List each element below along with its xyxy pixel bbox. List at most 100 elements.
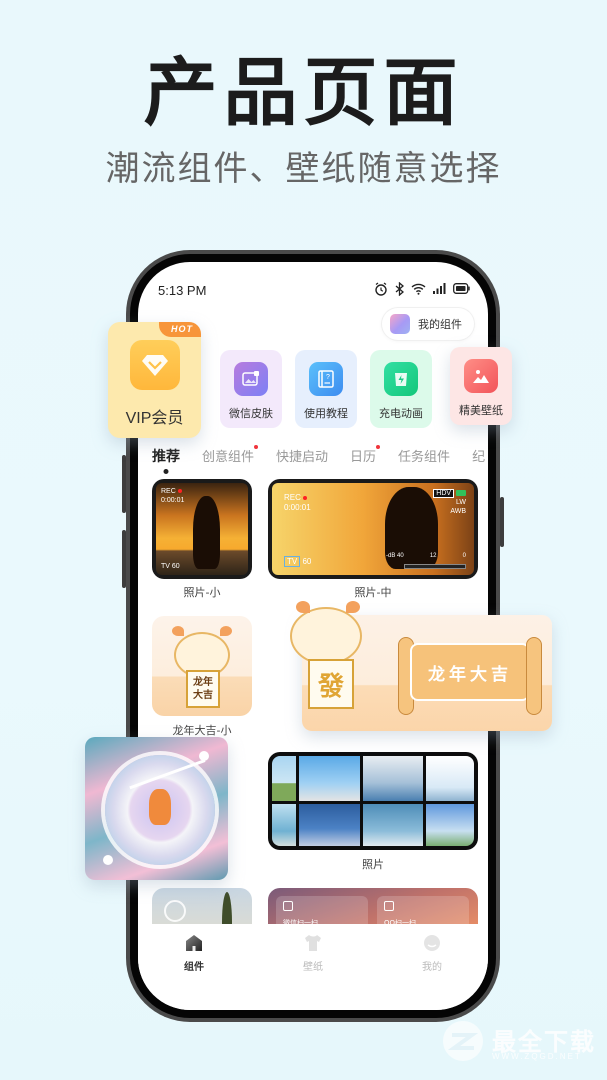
profile-icon (424, 935, 440, 951)
quick-action-label: 微信皮肤 (229, 407, 273, 420)
widget-dragon-small[interactable]: 龙年大吉 (152, 616, 252, 716)
collage-photo (362, 804, 424, 846)
tab-label: 创意组件 (202, 450, 255, 465)
widget-caption: 照片-小 (183, 586, 221, 599)
audio-meter-bar (404, 564, 466, 569)
nav-label: 壁纸 (303, 962, 323, 973)
scan-icon (384, 901, 394, 911)
rec-indicator: REC 0:00:01 (161, 487, 184, 505)
battery-green-icon (456, 490, 466, 497)
tab-more[interactable]: 纪 (472, 446, 485, 466)
scroll-banner: 龙年大吉 (410, 643, 530, 701)
tonearm-pivot (199, 751, 209, 761)
zqgd-logo-icon (443, 1021, 483, 1061)
tab-label: 快捷启动 (276, 450, 329, 465)
meter-0: 0 (462, 553, 466, 560)
photo-sunset-image: REC 0:00:01 HDV LW AWB TV 60 -dB 40 12 0 (272, 483, 474, 575)
rec-dot (177, 489, 182, 494)
category-tabs: 推荐 创意组件 快捷启动 日历 任务组件 纪 (152, 445, 485, 466)
collage-grid (272, 756, 474, 846)
home-icon (186, 935, 202, 951)
alarm-clock-icon (164, 900, 186, 922)
hot-badge: HOT (159, 322, 201, 337)
collage-photo (362, 756, 424, 801)
awb-label: AWB (450, 508, 466, 516)
dragon-horn-icon (220, 626, 232, 636)
audio-meter-labels: -dB 40 12 0 (386, 553, 466, 561)
battery-icon (453, 283, 470, 297)
collage-photo (426, 804, 474, 846)
rec-label: REC (284, 493, 301, 502)
widget-photo-small[interactable]: REC 0:00:01 TV 60 (152, 479, 252, 579)
dragon-sign: 龙年大吉 (186, 670, 220, 708)
nav-label: 我的 (422, 962, 442, 973)
widget-dragon-banner[interactable]: 發 龙年大吉 (290, 601, 552, 731)
svg-text:?: ? (326, 374, 330, 381)
fps-label: 60 (171, 562, 180, 570)
collage-photo (272, 756, 297, 801)
charge-icon (384, 362, 418, 396)
book-icon: ? (309, 362, 343, 396)
collage-photo (272, 804, 297, 846)
astronaut-image (149, 789, 171, 825)
tab-calendar[interactable]: 日历 (350, 445, 381, 466)
bluetooth-icon (395, 281, 404, 299)
fps-label: 60 (302, 556, 312, 566)
my-widgets-button[interactable]: 我的组件 (382, 308, 474, 340)
photo-sunset-image: REC 0:00:01 TV 60 (156, 483, 248, 575)
shirt-icon (305, 935, 321, 951)
tab-label: 推荐 (152, 449, 180, 465)
scroll-rod-right (526, 637, 542, 715)
picture-icon (464, 359, 498, 393)
diamond-icon (129, 340, 180, 390)
tab-label: 纪 (472, 450, 486, 465)
nav-label: 组件 (184, 962, 204, 973)
scroll-text: 龙年大吉 (428, 664, 512, 685)
my-widgets-label: 我的组件 (418, 318, 462, 331)
status-time: 5:13 PM (158, 282, 207, 298)
quick-action-vip[interactable]: HOT VIP会员 (108, 322, 201, 438)
quick-action-wallpapers[interactable]: 精美壁纸 (450, 347, 512, 425)
my-widgets-icon (390, 314, 410, 334)
promo-subline: 潮流组件、壁纸随意选择 (105, 149, 502, 189)
silhouette (192, 495, 221, 570)
dragon-horn-icon (172, 626, 184, 636)
fps-readout: TV 60 (284, 555, 312, 567)
dragon-horn-icon (346, 601, 360, 613)
promo-headline: 产品页面 (143, 50, 464, 136)
camera-info: HDV LW AWB (433, 489, 466, 516)
dragon-illustration (290, 607, 362, 665)
watermark-url: WWW.ZQGD.NET (492, 1052, 582, 1061)
watermark: 最全下载 WWW.ZQGD.NET (440, 1018, 600, 1066)
quick-action-tutorial[interactable]: ? 使用教程 (295, 350, 357, 428)
quick-action-label: 使用教程 (304, 407, 348, 420)
quick-actions-row: 微信皮肤 ? 使用教程 充电动画 (220, 350, 432, 428)
widget-caption: 照片 (362, 858, 384, 871)
widget-photo-collage[interactable] (268, 752, 478, 850)
fa-sign: 發 (308, 659, 354, 709)
new-dot (376, 445, 381, 449)
quick-action-charge-animation[interactable]: 充电动画 (370, 350, 432, 428)
collage-photo (299, 756, 360, 801)
tab-creative-widgets[interactable]: 创意组件 (202, 445, 259, 466)
bottom-navigation: 组件 壁纸 我的 (138, 924, 488, 1010)
quick-action-label: 充电动画 (379, 407, 423, 420)
phone-power-button (500, 497, 504, 547)
lw-label: LW (456, 499, 466, 507)
signal-icon (433, 283, 446, 297)
quick-action-wechat-skin[interactable]: 微信皮肤 (220, 350, 282, 428)
quick-action-label: 精美壁纸 (459, 404, 503, 417)
tab-recommended[interactable]: 推荐 (152, 446, 180, 466)
rec-indicator: REC 0:00:01 (284, 493, 311, 514)
rec-dot (302, 495, 307, 500)
widget-music-record[interactable] (85, 737, 228, 880)
nav-widgets[interactable]: 组件 (174, 934, 214, 1010)
timecode: 0:00:01 (161, 497, 185, 505)
tab-quick-launch[interactable]: 快捷启动 (276, 446, 328, 466)
tab-task-widgets[interactable]: 任务组件 (398, 446, 450, 466)
widget-photo-medium[interactable]: REC 0:00:01 HDV LW AWB TV 60 -dB 40 12 0 (268, 479, 478, 579)
alarm-icon (374, 282, 388, 299)
fps-readout: TV 60 (161, 562, 180, 571)
nav-profile[interactable]: 我的 (412, 934, 452, 1010)
nav-wallpapers[interactable]: 壁纸 (293, 934, 333, 1010)
